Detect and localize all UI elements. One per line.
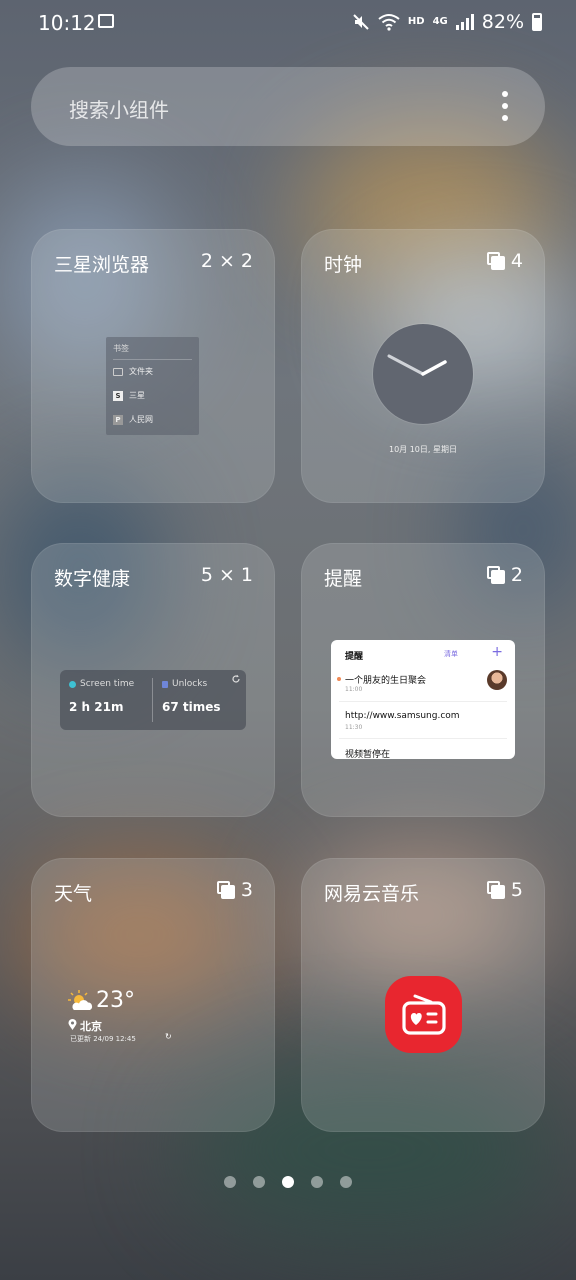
widget-title: 网易云音乐 bbox=[324, 883, 420, 905]
network-type-label: 4G bbox=[432, 16, 448, 27]
screen-time-icon bbox=[69, 680, 76, 688]
status-bar: 10:12 HD 4G 82% bbox=[0, 0, 576, 46]
status-time: 10:12 bbox=[38, 11, 96, 35]
mute-icon bbox=[353, 14, 369, 30]
weather-updated: 已更新 24/09 12:45 bbox=[70, 1035, 136, 1043]
reminder-header: 提醒 bbox=[345, 652, 364, 662]
bookmarks-header: 书签 bbox=[113, 344, 129, 353]
reminder-item: 视频暂停在 bbox=[345, 750, 391, 759]
widget-card-samsung-browser[interactable]: 三星浏览器 2 × 2 书签 文件夹 S 三星 P 人民网 bbox=[31, 229, 275, 503]
weather-city: 北京 bbox=[80, 1020, 102, 1033]
widget-count: 5 bbox=[486, 879, 523, 901]
page-indicator[interactable] bbox=[0, 1176, 576, 1188]
widget-card-netease-music[interactable]: 网易云音乐 5 bbox=[301, 858, 545, 1132]
stack-icon bbox=[216, 881, 235, 899]
page-dot-current[interactable] bbox=[282, 1176, 294, 1188]
widget-title: 提醒 bbox=[324, 568, 363, 590]
stack-icon bbox=[486, 881, 505, 899]
clock-hands bbox=[387, 354, 447, 376]
widget-card-weather[interactable]: 天气 3 23° 北京 已更新 24/09 12:45 ↻ bbox=[31, 858, 275, 1132]
radio-heart-icon[interactable] bbox=[385, 976, 462, 1053]
widget-title: 数字健康 bbox=[54, 568, 131, 590]
reminder-time: 11:00 bbox=[345, 686, 363, 693]
samsung-site-icon: S bbox=[113, 390, 123, 401]
page-dot[interactable] bbox=[311, 1176, 323, 1188]
page-dot[interactable] bbox=[224, 1176, 236, 1188]
gallery-notification-icon bbox=[98, 14, 114, 28]
bookmark-item: 人民网 bbox=[129, 415, 153, 424]
signal-icon bbox=[455, 14, 474, 30]
battery-icon bbox=[532, 13, 542, 31]
widget-count: 2 bbox=[486, 564, 523, 586]
analog-clock-preview[interactable]: 10月 10日, 星期日 bbox=[373, 324, 473, 454]
battery-percent: 82% bbox=[481, 11, 524, 33]
contact-avatar bbox=[487, 670, 507, 690]
widget-card-digital-wellbeing[interactable]: 数字健康 5 × 1 Screen time 2 h 21m Unlocks 6… bbox=[31, 543, 275, 817]
reminder-widget-preview[interactable]: 提醒 清单 + 一个朋友的生日聚会 11:00 http://www.samsu… bbox=[331, 640, 515, 759]
unlocks-label: Unlocks bbox=[172, 679, 208, 689]
page-dot[interactable] bbox=[340, 1176, 352, 1188]
refresh-icon bbox=[232, 674, 240, 683]
bookmark-item: 三星 bbox=[129, 391, 145, 400]
more-options-icon[interactable] bbox=[501, 91, 509, 121]
screen-time-label: Screen time bbox=[80, 679, 135, 689]
reminder-list-label: 清单 bbox=[444, 650, 458, 658]
bookmark-item: 文件夹 bbox=[129, 367, 153, 376]
widget-title: 三星浏览器 bbox=[54, 254, 150, 276]
search-placeholder[interactable]: 搜索小组件 bbox=[69, 94, 169, 123]
priority-dot bbox=[337, 677, 341, 681]
add-icon: + bbox=[491, 644, 503, 660]
widget-size: 2 × 2 bbox=[200, 250, 253, 272]
widget-search-bar[interactable]: 搜索小组件 bbox=[31, 67, 545, 146]
stack-icon bbox=[486, 252, 505, 270]
unlocks-value: 67 times bbox=[162, 700, 221, 714]
wifi-icon bbox=[378, 14, 400, 31]
unlock-icon bbox=[162, 680, 168, 688]
people-site-icon: P bbox=[113, 414, 123, 425]
widget-count: 3 bbox=[216, 879, 253, 901]
widget-title: 时钟 bbox=[324, 254, 363, 276]
screen-time-value: 2 h 21m bbox=[69, 700, 124, 714]
folder-icon bbox=[113, 367, 123, 376]
refresh-icon: ↻ bbox=[165, 1032, 172, 1041]
reminder-time: 11:30 bbox=[345, 724, 363, 731]
widget-card-clock[interactable]: 时钟 4 10月 10日, 星期日 bbox=[301, 229, 545, 503]
reminder-item: http://www.samsung.com bbox=[345, 711, 460, 721]
location-pin-icon bbox=[68, 1019, 77, 1030]
widget-count-value: 5 bbox=[510, 879, 523, 901]
wellbeing-widget-preview[interactable]: Screen time 2 h 21m Unlocks 67 times bbox=[60, 670, 246, 730]
browser-widget-preview[interactable]: 书签 文件夹 S 三星 P 人民网 bbox=[106, 337, 199, 435]
widget-size: 5 × 1 bbox=[200, 564, 253, 586]
reminder-item: 一个朋友的生日聚会 bbox=[345, 676, 427, 686]
page-dot[interactable] bbox=[253, 1176, 265, 1188]
temperature: 23° bbox=[96, 988, 135, 1013]
widget-count: 4 bbox=[486, 250, 523, 272]
widget-title: 天气 bbox=[54, 883, 93, 905]
widget-count-value: 4 bbox=[510, 250, 523, 272]
stack-icon bbox=[486, 566, 505, 584]
widget-count-value: 2 bbox=[510, 564, 523, 586]
clock-date: 10月 10日, 星期日 bbox=[389, 445, 457, 454]
partly-sunny-icon bbox=[68, 990, 93, 1010]
hd-voice-label: HD bbox=[407, 16, 425, 27]
widget-count-value: 3 bbox=[240, 879, 253, 901]
widget-card-reminder[interactable]: 提醒 2 提醒 清单 + 一个朋友的生日聚会 11:00 http://www.… bbox=[301, 543, 545, 817]
